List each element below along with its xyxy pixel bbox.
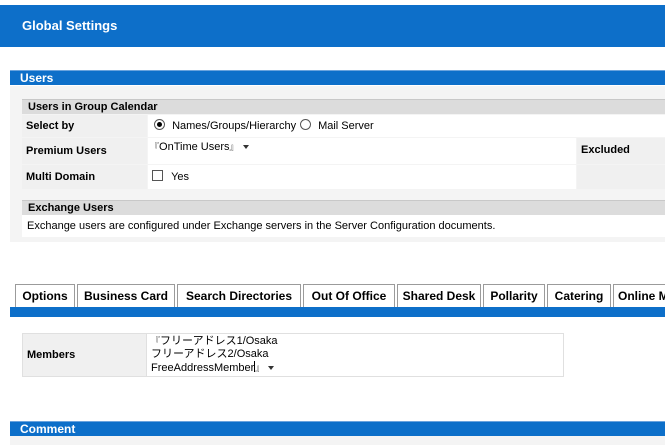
members-close-bracket-icon: 』 (255, 363, 265, 373)
group-calendar-title: Users in Group Calendar (28, 101, 158, 113)
premium-users-label: Premium Users (26, 145, 107, 157)
tab-business-card-label: Business Card (83, 289, 169, 303)
tab-panel-top-bar (10, 307, 665, 317)
tab-options[interactable]: Options (15, 284, 75, 307)
comment-section-title: Comment (20, 422, 76, 436)
tab-online-m-label: Online M (618, 289, 665, 303)
members-value-3: FreeAddressMember (151, 362, 255, 374)
premium-users-field[interactable]: 『OnTime Users』 (148, 138, 576, 164)
tab-catering[interactable]: Catering (547, 284, 611, 307)
select-by-label-cell: Select by (22, 115, 147, 137)
radio-mail-server-icon[interactable] (300, 119, 311, 130)
tab-shared-desk-label: Shared Desk (402, 289, 476, 303)
radio-names-groups[interactable]: Names/Groups/Hierarchy (154, 119, 296, 132)
members-dropdown-caret-icon[interactable] (268, 366, 275, 370)
group-calendar-header: Users in Group Calendar (22, 99, 665, 114)
members-open-bracket-icon: 『 (151, 336, 161, 346)
users-section-title: Users (20, 71, 54, 85)
tab-out-of-office-label: Out Of Office (311, 289, 387, 303)
tab-search-directories-label: Search Directories (185, 289, 293, 303)
tab-shared-desk[interactable]: Shared Desk (397, 284, 481, 309)
field-close-bracket-icon: 』 (229, 142, 239, 152)
members-value-2: フリーアドレス2/Osaka (151, 348, 269, 360)
radio-names-groups-label: Names/Groups/Hierarchy (172, 120, 297, 132)
tab-out-of-office[interactable]: Out Of Office (303, 284, 395, 307)
multi-domain-label: Multi Domain (26, 171, 96, 183)
tab-pollarity[interactable]: Pollarity (483, 284, 545, 307)
excluded-value-cell (577, 165, 665, 189)
dropdown-caret-icon[interactable] (242, 145, 249, 149)
radio-mail-server-label: Mail Server (318, 120, 374, 132)
tab-strip: Options Business Card Search Directories… (10, 284, 665, 309)
tab-catering-label: Catering (554, 289, 604, 303)
comment-section-body (10, 436, 665, 445)
radio-names-groups-icon[interactable] (154, 119, 165, 130)
tab-pollarity-label: Pollarity (490, 289, 538, 303)
multi-domain-label-cell: Multi Domain (22, 165, 147, 189)
page-title: Global Settings (22, 18, 118, 33)
excluded-label-cell: Excluded (577, 138, 665, 164)
title-bar: Global Settings (0, 5, 665, 47)
multi-domain-value-cell: Yes (148, 165, 576, 189)
select-by-label: Select by (26, 120, 75, 132)
tab-options-label: Options (22, 289, 68, 303)
multi-domain-checkbox[interactable]: Yes (152, 170, 189, 183)
exchange-users-header: Exchange Users (22, 200, 665, 215)
members-value-1: フリーアドレス1/Osaka (160, 335, 278, 347)
exchange-users-title: Exchange Users (28, 202, 114, 214)
select-by-value-cell: Names/Groups/Hierarchy Mail Server (148, 115, 665, 137)
checkbox-icon[interactable] (152, 170, 163, 181)
members-label-cell: Members (22, 333, 147, 377)
tab-search-directories[interactable]: Search Directories (177, 284, 301, 307)
field-open-bracket-icon: 『 (150, 142, 160, 152)
multi-domain-yes-label: Yes (171, 171, 190, 183)
members-field[interactable]: 『フリーアドレス1/Osaka フリーアドレス2/Osaka FreeAddre… (146, 333, 564, 377)
members-label: Members (27, 349, 76, 361)
tab-online-m[interactable]: Online M (613, 284, 665, 307)
tab-business-card[interactable]: Business Card (77, 284, 175, 307)
exchange-users-text: Exchange users are configured under Exch… (27, 220, 496, 232)
users-section-header: Users (10, 70, 665, 85)
premium-users-label-cell: Premium Users (22, 138, 147, 164)
exchange-users-body: Exchange users are configured under Exch… (22, 215, 665, 237)
excluded-label: Excluded (581, 144, 630, 156)
premium-users-value: OnTime Users (159, 141, 230, 153)
radio-mail-server[interactable]: Mail Server (300, 119, 374, 132)
comment-section-header: Comment (10, 421, 665, 436)
